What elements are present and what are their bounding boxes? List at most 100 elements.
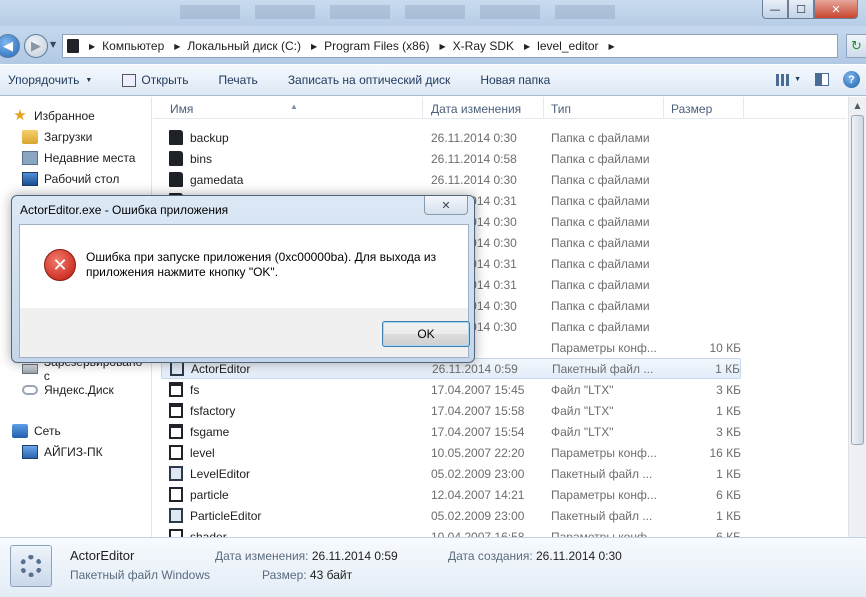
change-view-button[interactable]: ▼ <box>776 73 801 86</box>
file-size: 3 КБ <box>716 424 741 439</box>
ok-button[interactable]: OK <box>382 321 470 347</box>
sidebar-item-label: Загрузки <box>44 130 93 144</box>
preview-pane-button[interactable] <box>815 73 829 86</box>
file-row[interactable]: fsgame 17.04.2007 15:54 Файл "LTX" 3 КБ <box>161 421 741 442</box>
file-name: fs <box>190 382 200 397</box>
created-label: Дата создания: <box>448 549 533 563</box>
minimize-button[interactable]: — <box>762 0 788 19</box>
file-type: Пакетный файл ... <box>552 361 654 376</box>
file-name: fsfactory <box>190 403 236 418</box>
chevron-down-icon: ▼ <box>794 76 801 83</box>
cfg-file-icon <box>169 529 183 537</box>
open-button[interactable]: Открыть <box>114 68 196 92</box>
sidebar-item-computer[interactable]: АЙГИЗ-ПК <box>22 443 103 461</box>
file-name-cell: LevelEditor <box>169 466 250 481</box>
file-type: Папка с файлами <box>551 319 650 334</box>
sidebar-item-network[interactable]: Сеть <box>12 422 61 440</box>
file-row[interactable]: backup 26.11.2014 0:30 Папка с файлами <box>161 127 741 148</box>
file-size: 1 КБ <box>716 508 741 523</box>
recent-pages-dropdown[interactable]: ▼ <box>50 40 56 49</box>
file-row[interactable]: shader 10.04.2007 16:58 Параметры конф... 6… <box>161 526 741 537</box>
column-divider[interactable] <box>543 97 544 119</box>
file-type: Файл "LTX" <box>551 424 614 439</box>
breadcrumb-item[interactable]: Program Files (x86) <box>324 39 429 53</box>
address-bar[interactable]: ▶ Компьютер ▶ Локальный диск (C:) ▶ Program … <box>62 34 838 58</box>
column-header-type[interactable]: Тип <box>551 102 571 116</box>
column-header-name[interactable]: Имя <box>170 102 193 116</box>
organize-button[interactable]: Упорядочить ▼ <box>0 68 100 92</box>
sidebar-item-desktop[interactable]: Рабочий стол <box>22 170 119 188</box>
file-name-cell: gamedata <box>169 172 243 187</box>
file-type: Параметры конф... <box>551 529 657 538</box>
chevron-right-icon[interactable]: ▶ <box>524 42 530 51</box>
modified-value: 26.11.2014 0:59 <box>311 549 398 563</box>
new-folder-button[interactable]: Новая папка <box>472 68 558 92</box>
breadcrumb-item[interactable]: Локальный диск (C:) <box>187 39 301 53</box>
file-type: Папка с файлами <box>551 235 650 250</box>
file-row[interactable]: LevelEditor 05.02.2009 23:00 Пакетный файл… <box>161 463 741 484</box>
new-folder-label: Новая папка <box>480 73 551 87</box>
column-divider[interactable] <box>743 97 744 119</box>
downloads-folder-icon <box>22 130 38 144</box>
details-view-icon <box>776 73 791 86</box>
file-row[interactable]: gamedata 26.11.2014 0:30 Папка с файлами <box>161 169 741 190</box>
view-controls: ▼ ? <box>776 71 860 88</box>
breadcrumb-item[interactable]: X-Ray SDK <box>453 39 514 53</box>
cfg-file-icon <box>169 445 183 460</box>
file-row[interactable]: ParticleEditor 05.02.2009 23:00 Пакетный ф… <box>161 505 741 526</box>
dialog-close-button[interactable]: ✕ <box>424 196 468 215</box>
file-date: 26.11.2014 0:30 <box>431 172 517 187</box>
column-header-size[interactable]: Размер <box>671 102 712 116</box>
sidebar-item-recent-places[interactable]: Недавние места <box>22 149 135 167</box>
file-size: 6 КБ <box>716 529 741 538</box>
scrollbar-thumb[interactable] <box>851 115 864 445</box>
sidebar-item-label: Сеть <box>34 424 61 438</box>
forward-button[interactable]: ▶ <box>24 34 48 58</box>
file-date: 05.02.2009 23:00 <box>431 466 525 481</box>
organize-label: Упорядочить <box>8 73 80 87</box>
help-button[interactable]: ? <box>843 71 860 88</box>
file-row[interactable]: level 10.05.2007 22:20 Параметры конф... 16… <box>161 442 741 463</box>
column-divider[interactable] <box>422 97 423 119</box>
maximize-button[interactable]: ☐ <box>788 0 814 19</box>
chevron-right-icon[interactable]: ▶ <box>174 42 180 51</box>
chevron-right-icon[interactable]: ▶ <box>609 42 615 51</box>
modified-label: Дата изменения: <box>215 549 309 563</box>
file-name-cell: ActorEditor <box>170 361 250 376</box>
sidebar-item-label: Рабочий стол <box>44 172 120 186</box>
breadcrumb-item[interactable]: level_editor <box>537 39 598 53</box>
file-type: Параметры конф... <box>551 487 657 502</box>
column-divider[interactable] <box>663 97 664 119</box>
open-label: Открыть <box>141 73 189 87</box>
cloud-icon <box>22 385 38 395</box>
chevron-right-icon[interactable]: ▶ <box>89 42 95 51</box>
ltx-file-icon <box>169 382 183 397</box>
sidebar-item-downloads[interactable]: Загрузки <box>22 128 92 146</box>
sidebar-item-favorites[interactable]: ★ Избранное <box>12 107 95 125</box>
back-button[interactable]: ◀ <box>0 34 20 58</box>
column-headers: ▲ Имя Дата изменения Тип Размер <box>153 97 846 119</box>
file-date: 17.04.2007 15:54 <box>431 424 525 439</box>
file-row[interactable]: bins 26.11.2014 0:58 Папка с файлами <box>161 148 741 169</box>
scroll-up-button[interactable]: ▲ <box>849 97 866 114</box>
refresh-button[interactable]: ↻ <box>846 34 866 58</box>
file-size: 10 КБ <box>709 340 741 355</box>
file-type: Папка с файлами <box>551 298 650 313</box>
column-header-date[interactable]: Дата изменения <box>431 102 521 116</box>
chevron-right-icon[interactable]: ▶ <box>440 42 446 51</box>
breadcrumb-item[interactable]: Компьютер <box>102 39 164 53</box>
file-row[interactable]: particle 12.04.2007 14:21 Параметры конф..… <box>161 484 741 505</box>
file-name-cell: bins <box>169 151 212 166</box>
sidebar-item-label: Избранное <box>34 109 95 123</box>
title-bar-background-blur <box>180 5 620 19</box>
burn-button[interactable]: Записать на оптический диск <box>280 68 459 92</box>
vertical-scrollbar[interactable]: ▲ <box>848 97 866 537</box>
details-file-name: ActorEditor <box>70 548 135 563</box>
file-row[interactable]: fs 17.04.2007 15:45 Файл "LTX" 3 КБ <box>161 379 741 400</box>
sidebar-item-yandex-disk[interactable]: Яндекс.Диск <box>22 381 114 399</box>
file-date: 17.04.2007 15:58 <box>431 403 525 418</box>
file-row[interactable]: fsfactory 17.04.2007 15:58 Файл "LTX" 1 КБ <box>161 400 741 421</box>
chevron-right-icon[interactable]: ▶ <box>311 42 317 51</box>
close-button[interactable]: ✕ <box>814 0 858 19</box>
print-button[interactable]: Печать <box>211 68 266 92</box>
